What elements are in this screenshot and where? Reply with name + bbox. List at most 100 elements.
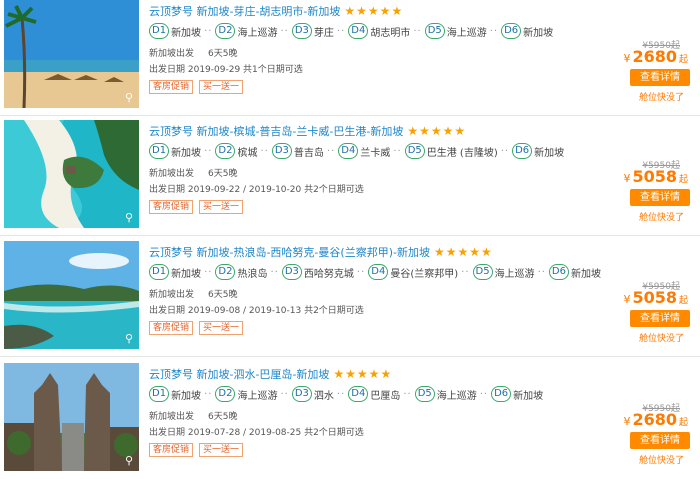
itinerary-route: D1 新加坡 ·· D2 海上巡游 ·· D3 泗水 ·· D4 巴厘岛 ·· D5 海上巡游 ··… [149, 386, 545, 402]
itinerary-route: D1 新加坡 ·· D2 热浪岛 ·· D3 西哈努克城 ·· D4 曼谷(兰察邦甲) ·· D… [149, 264, 603, 280]
day-place: 曼谷(兰察邦甲) [390, 268, 459, 280]
promo-tag: 客房促销 [149, 200, 194, 214]
day-place: 芽庄 [313, 27, 334, 39]
destination-image[interactable]: ⚲ [4, 363, 139, 471]
promo-tags: 客房促销 买一送一 [149, 200, 249, 214]
current-price: ¥2680 起 [623, 47, 688, 66]
zoom-icon[interactable]: ⚲ [125, 454, 133, 467]
departure-dates: 出发日期 2019-09-22 / 2019-10-20 共2个日期可选 [149, 185, 364, 195]
availability-status: 舱位快没了 [638, 334, 684, 344]
star-rating-icon: ★★★★★ [333, 367, 393, 381]
zoom-icon[interactable]: ⚲ [125, 211, 133, 224]
promo-tag: 买一送一 [199, 200, 244, 214]
day-place: 热浪岛 [237, 268, 268, 280]
day-badge: D6 [512, 143, 533, 159]
cruise-title[interactable]: 云顶梦号 新加坡-槟城-普吉岛-兰卡威-巴生港-新加坡 ★★★★★ [149, 123, 466, 139]
day-place: 海上巡游 [436, 390, 477, 402]
availability-status: 舱位快没了 [638, 213, 684, 223]
day-place: 海上巡游 [237, 27, 278, 39]
promo-tag: 客房促销 [149, 321, 194, 335]
day-place: 胡志明市 [370, 27, 411, 39]
current-price: ¥5058 起 [623, 288, 688, 307]
day-place: 普吉岛 [293, 147, 324, 159]
day-place: 新加坡 [523, 27, 554, 39]
departure-dates: 出发日期 2019-07-28 / 2019-08-25 共2个日期可选 [149, 428, 364, 438]
departure-dates: 出发日期 2019-09-29 共1个日期可选 [149, 65, 303, 75]
day-place: 新加坡 [570, 268, 601, 280]
day-badge: D1 [149, 386, 170, 402]
departure-dates: 出发日期 2019-09-08 / 2019-10-13 共2个日期可选 [149, 306, 364, 316]
day-badge: D3 [291, 386, 312, 402]
current-price: ¥5058 起 [623, 167, 688, 186]
departure-info: 新加坡出发 6天5晚 [149, 412, 238, 422]
cruise-title[interactable]: 云顶梦号 新加坡-热浪岛-西哈努克-曼谷(兰察邦甲)-新加坡 ★★★★★ [149, 244, 493, 260]
promo-tag: 买一送一 [199, 321, 244, 335]
day-place: 新加坡 [171, 390, 202, 402]
cruise-card: ⚲ 云顶梦号 新加坡-泗水-巴厘岛-新加坡 ★★★★★ D1 新加坡 ·· D2 海上巡… [0, 363, 700, 479]
itinerary-route: D1 新加坡 ·· D2 槟城 ·· D3 普吉岛 ·· D4 兰卡威 ·· D5 巴生港 (吉隆… [149, 143, 566, 159]
day-place: 新加坡 [171, 268, 202, 280]
day-place: 西哈努克城 [303, 268, 354, 280]
day-place: 新加坡 [171, 147, 202, 159]
day-place: 海上巡游 [446, 27, 487, 39]
view-details-button[interactable]: 查看详情 [630, 432, 690, 449]
day-place: 新加坡 [534, 147, 565, 159]
day-badge: D4 [368, 264, 389, 280]
cruise-title[interactable]: 云顶梦号 新加坡-泗水-巴厘岛-新加坡 ★★★★★ [149, 366, 392, 382]
day-badge: D1 [149, 23, 170, 39]
promo-tag: 买一送一 [199, 443, 244, 457]
day-place: 巴厘岛 [370, 390, 401, 402]
day-place: 海上巡游 [494, 268, 535, 280]
day-badge: D6 [501, 23, 522, 39]
view-details-button[interactable]: 查看详情 [630, 69, 690, 86]
zoom-icon[interactable]: ⚲ [125, 91, 133, 104]
view-details-button[interactable]: 查看详情 [630, 310, 690, 327]
day-place: 槟城 [237, 147, 258, 159]
itinerary-route: D1 新加坡 ·· D2 海上巡游 ·· D3 芽庄 ·· D4 胡志明市 ·· D5 海上巡游 ·… [149, 23, 555, 39]
day-badge: D3 [271, 143, 292, 159]
cruise-title[interactable]: 云顶梦号 新加坡-芽庄-胡志明市-新加坡 ★★★★★ [149, 3, 403, 19]
day-place: 巴生港 (吉隆坡) [426, 147, 498, 159]
day-badge: D1 [149, 143, 170, 159]
view-details-button[interactable]: 查看详情 [630, 189, 690, 206]
promo-tags: 客房促销 买一送一 [149, 321, 249, 335]
promo-tags: 客房促销 买一送一 [149, 80, 249, 94]
day-badge: D4 [348, 386, 369, 402]
star-rating-icon: ★★★★★ [344, 4, 404, 18]
promo-tag: 客房促销 [149, 443, 194, 457]
destination-image[interactable]: ⚲ [4, 241, 139, 349]
promo-tag: 买一送一 [199, 80, 244, 94]
day-badge: D4 [348, 23, 369, 39]
day-badge: D1 [149, 264, 170, 280]
day-badge: D5 [472, 264, 493, 280]
cruise-card: ⚲ 云顶梦号 新加坡-槟城-普吉岛-兰卡威-巴生港-新加坡 ★★★★★ D1 新加坡… [0, 120, 700, 236]
promo-tag: 客房促销 [149, 80, 194, 94]
promo-tags: 客房促销 买一送一 [149, 443, 249, 457]
day-badge: D2 [215, 23, 236, 39]
star-rating-icon: ★★★★★ [433, 245, 493, 259]
day-badge: D3 [291, 23, 312, 39]
day-badge: D2 [215, 264, 236, 280]
destination-image[interactable]: ⚲ [4, 120, 139, 228]
destination-image[interactable]: ⚲ [4, 0, 139, 108]
cruise-card: ⚲ 云顶梦号 新加坡-热浪岛-西哈努克-曼谷(兰察邦甲)-新加坡 ★★★★★ D1… [0, 241, 700, 357]
cruise-card: ⚲ 云顶梦号 新加坡-芽庄-胡志明市-新加坡 ★★★★★ D1 新加坡 ·· D2 海上… [0, 0, 700, 116]
day-place: 泗水 [313, 390, 334, 402]
departure-info: 新加坡出发 6天5晚 [149, 49, 238, 59]
day-badge: D6 [491, 386, 512, 402]
day-place: 新加坡 [171, 27, 202, 39]
day-badge: D4 [338, 143, 359, 159]
day-badge: D2 [215, 386, 236, 402]
day-place: 新加坡 [513, 390, 544, 402]
day-place: 兰卡威 [360, 147, 391, 159]
zoom-icon[interactable]: ⚲ [125, 332, 133, 345]
day-badge: D3 [281, 264, 302, 280]
availability-status: 舱位快没了 [638, 93, 684, 103]
availability-status: 舱位快没了 [638, 456, 684, 466]
departure-info: 新加坡出发 6天5晚 [149, 290, 238, 300]
day-place: 海上巡游 [237, 390, 278, 402]
day-badge: D5 [424, 23, 445, 39]
departure-info: 新加坡出发 6天5晚 [149, 169, 238, 179]
day-badge: D6 [548, 264, 569, 280]
day-badge: D2 [215, 143, 236, 159]
